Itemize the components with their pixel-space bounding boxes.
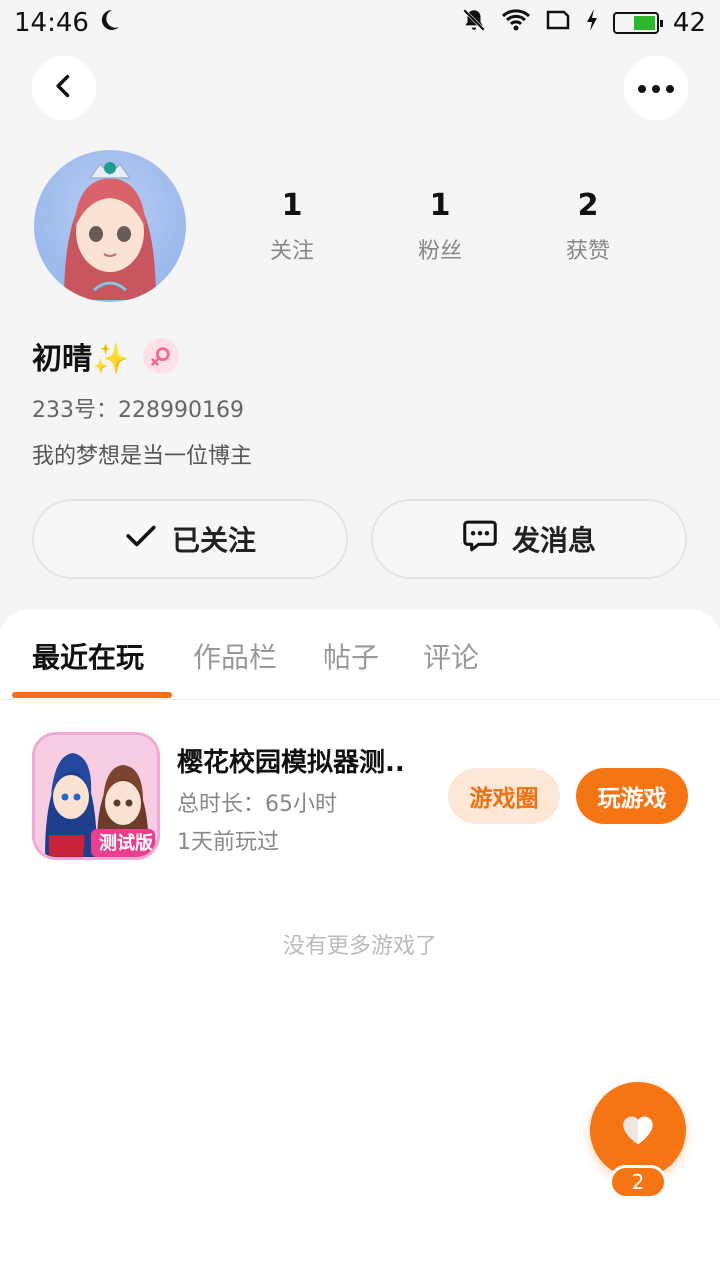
followed-button-label: 已关注 bbox=[171, 524, 256, 557]
mute-bell-icon bbox=[461, 7, 487, 40]
user-id: 233号：228990169 bbox=[32, 398, 244, 423]
game-circle-button[interactable]: 游戏圈 bbox=[448, 768, 560, 824]
stat-value: 2 bbox=[577, 188, 599, 223]
status-time: 14:46 bbox=[14, 8, 89, 38]
wifi-icon bbox=[501, 7, 531, 40]
send-message-button[interactable]: 发消息 bbox=[371, 499, 687, 579]
like-button[interactable] bbox=[590, 1082, 686, 1178]
battery-level: 42 bbox=[672, 8, 706, 38]
avatar[interactable] bbox=[34, 150, 186, 302]
tab-bar: 最近在玩 作品栏 帖子 评论 bbox=[0, 610, 720, 700]
stat-likes[interactable]: 2 获赞 bbox=[514, 188, 662, 265]
checkmark-icon bbox=[124, 519, 158, 560]
tab-posts[interactable]: 帖子 bbox=[323, 636, 379, 676]
chevron-left-icon bbox=[50, 72, 78, 104]
stat-value: 1 bbox=[429, 188, 451, 223]
stat-fans[interactable]: 1 粉丝 bbox=[366, 188, 514, 265]
send-message-label: 发消息 bbox=[511, 524, 596, 557]
female-icon bbox=[143, 338, 180, 374]
test-version-badge: 测试版 bbox=[99, 833, 153, 854]
stat-label: 粉丝 bbox=[417, 239, 462, 264]
stat-value: 1 bbox=[281, 188, 303, 223]
game-duration: 总时长：65小时 bbox=[177, 792, 337, 817]
back-button[interactable] bbox=[32, 56, 96, 120]
profile-stats: 1 关注 1 粉丝 2 获赞 bbox=[218, 188, 662, 265]
game-title[interactable]: 樱花校园模拟器测.. bbox=[177, 742, 427, 779]
status-right: 42 bbox=[461, 7, 706, 40]
more-button[interactable] bbox=[624, 56, 688, 120]
user-bio: 我的梦想是当一位博主 bbox=[32, 444, 253, 469]
name-row: 初晴✨ bbox=[32, 334, 180, 378]
stat-label: 关注 bbox=[269, 239, 314, 264]
tab-recently-played[interactable]: 最近在玩 bbox=[32, 636, 144, 676]
tab-works[interactable]: 作品栏 bbox=[193, 636, 277, 676]
sim-icon bbox=[545, 8, 571, 39]
status-bar: 14:46 42 bbox=[0, 0, 720, 46]
tab-comments[interactable]: 评论 bbox=[423, 636, 479, 676]
like-count-badge: 2 bbox=[609, 1165, 667, 1199]
avatar-illustration bbox=[64, 162, 156, 300]
active-tab-indicator bbox=[12, 692, 172, 698]
chat-bubble-icon bbox=[462, 519, 498, 560]
user-name: 初晴✨ bbox=[32, 342, 130, 377]
more-dots-icon bbox=[637, 79, 675, 98]
moon-icon bbox=[97, 8, 121, 39]
list-item[interactable]: 测试版 樱花校园模拟器测.. 总时长：65小时 1天前玩过 游戏圈 玩游戏 bbox=[0, 730, 720, 860]
play-game-button[interactable]: 玩游戏 bbox=[576, 768, 688, 824]
status-left: 14:46 bbox=[14, 8, 121, 39]
empty-hint: 没有更多游戏了 bbox=[282, 934, 437, 959]
charging-icon bbox=[585, 8, 599, 39]
followed-button[interactable]: 已关注 bbox=[32, 499, 348, 579]
stat-following[interactable]: 1 关注 bbox=[218, 188, 366, 265]
game-icon[interactable]: 测试版 bbox=[32, 732, 160, 860]
stat-label: 获赞 bbox=[565, 239, 610, 264]
battery-icon bbox=[612, 12, 663, 34]
game-last-played: 1天前玩过 bbox=[177, 830, 279, 855]
heart-icon bbox=[618, 1110, 658, 1150]
